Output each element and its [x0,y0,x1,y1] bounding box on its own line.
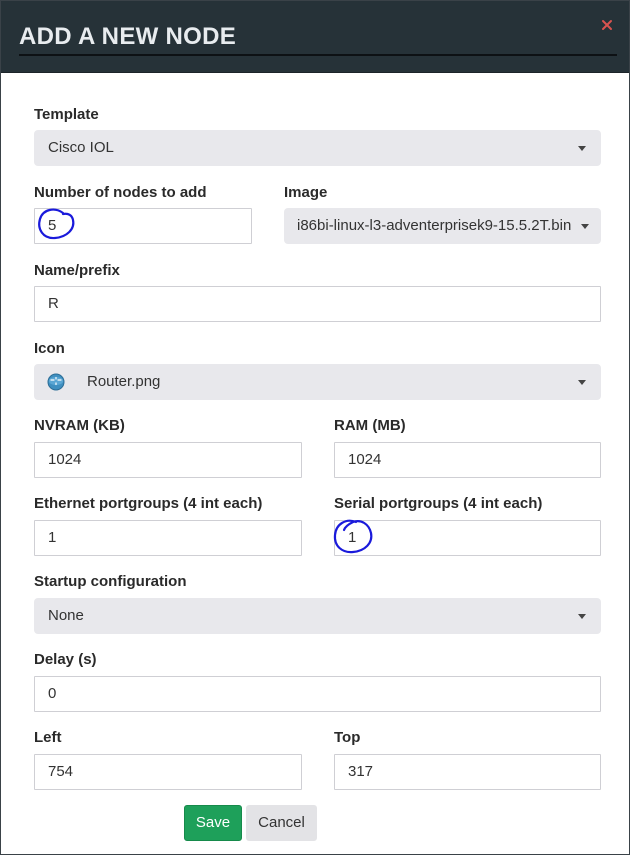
node-count-input[interactable]: 5 [34,208,252,244]
node-count-label: Number of nodes to add [34,184,207,201]
image-select[interactable]: i86bi-linux-l3-adventerprisek9-15.5.2T.b… [284,208,601,244]
ethernet-portgroups-input[interactable]: 1 [34,520,302,556]
close-icon[interactable] [600,18,614,32]
template-value: Cisco IOL [48,139,114,156]
name-prefix-label: Name/prefix [34,262,120,279]
serial-portgroups-label: Serial portgroups (4 int each) [334,495,543,512]
image-label: Image [284,184,328,201]
left-label: Left [34,729,62,746]
cancel-button[interactable]: Cancel [246,805,317,841]
template-select[interactable]: Cisco IOL [34,130,601,166]
icon-select[interactable]: Router.png [34,364,601,400]
name-prefix-input[interactable]: R [34,286,601,322]
startup-config-label: Startup configuration [34,573,187,590]
top-label: Top [334,729,361,746]
modal-title: ADD A NEW NODE [19,23,237,50]
top-input[interactable]: 317 [334,754,601,790]
save-button[interactable]: Save [184,805,242,841]
serial-portgroups-input[interactable]: 1 [334,520,601,556]
template-label: Template [34,106,99,123]
ram-label: RAM (MB) [334,417,406,434]
chevron-down-icon [578,614,586,619]
delay-input[interactable]: 0 [34,676,601,712]
router-icon [47,373,65,391]
chevron-down-icon [581,224,589,229]
image-value: i86bi-linux-l3-adventerprisek9-15.5.2T.b… [297,217,572,234]
modal-header: ADD A NEW NODE [1,1,629,73]
ethernet-portgroups-label: Ethernet portgroups (4 int each) [34,495,263,512]
startup-config-value: None [48,607,84,624]
chevron-down-icon [578,380,586,385]
startup-config-select[interactable]: None [34,598,601,634]
delay-label: Delay (s) [34,651,97,668]
chevron-down-icon [578,146,586,151]
title-underline [19,54,617,56]
icon-label: Icon [34,340,65,357]
ram-input[interactable]: 1024 [334,442,601,478]
nvram-input[interactable]: 1024 [34,442,302,478]
left-input[interactable]: 754 [34,754,302,790]
nvram-label: NVRAM (KB) [34,417,125,434]
add-node-modal: ADD A NEW NODE Template Cisco IOL Number… [0,0,630,855]
